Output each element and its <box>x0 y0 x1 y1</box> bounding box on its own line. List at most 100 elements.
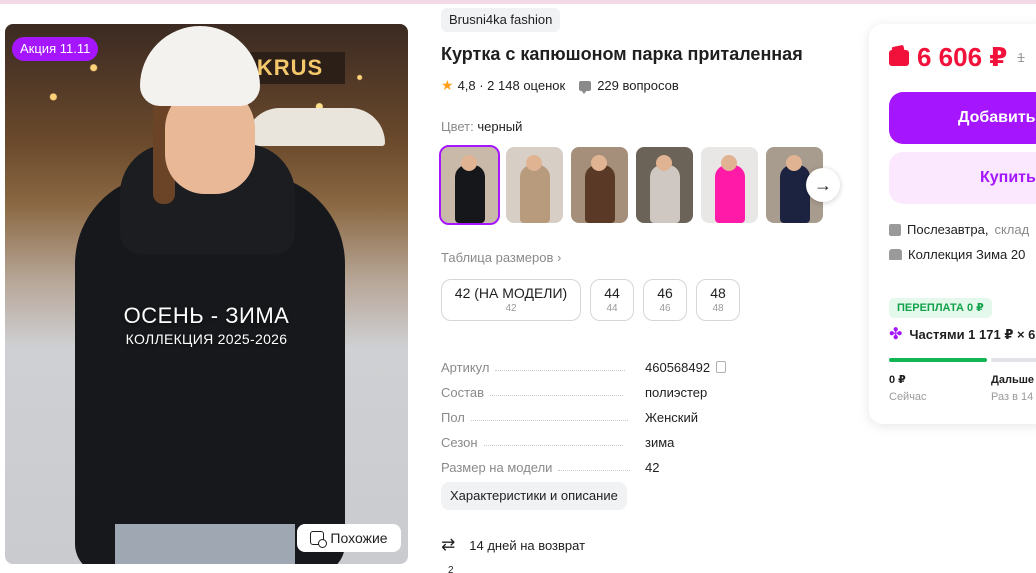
top-strip <box>0 0 1036 4</box>
delivery-text: Послезавтра, <box>907 222 989 237</box>
similar-icon <box>310 531 328 548</box>
spec-value: 42 <box>645 460 660 475</box>
spec-dots <box>558 470 631 471</box>
store-icon <box>889 249 902 260</box>
main-product-photo[interactable]: KRUS <box>5 24 408 564</box>
product-title: Куртка с капюшоном парка приталенная <box>441 44 803 64</box>
size-option[interactable]: 46 46 <box>643 279 687 321</box>
copy-icon[interactable] <box>716 361 727 373</box>
questions-link[interactable]: 229 вопросов <box>597 78 679 93</box>
size-options: 42 (НА МОДЕЛИ) 42 44 44 46 46 48 48 <box>441 279 740 321</box>
delivery-row: Послезавтра, склад <box>889 222 1029 237</box>
color-thumbnail[interactable] <box>636 147 693 223</box>
collection-text: Коллекция Зима 20 <box>908 247 1026 262</box>
size-main-label: 46 <box>657 285 673 301</box>
return-icon: ⇄ <box>441 535 456 554</box>
thumbnail-head <box>591 155 607 171</box>
photo-jeans <box>115 524 295 564</box>
spec-row: Сезон зима <box>441 425 741 450</box>
color-thumbnail[interactable] <box>439 145 500 225</box>
installment-row[interactable]: ✤ Частями 1 171 ₽ × 6 <box>889 327 1035 343</box>
spec-row: Размер на модели 42 <box>441 450 741 475</box>
overlay-subtitle: КОЛЛЕКЦИЯ 2025-2026 <box>125 331 288 347</box>
installment-progress <box>889 358 1036 362</box>
spec-dots <box>495 370 626 371</box>
rating-row: ★ 4,8 · 2 148 оценок 229 вопросов <box>441 77 679 94</box>
size-main-label: 42 (НА МОДЕЛИ) <box>454 285 568 301</box>
installment-text: Частями 1 171 ₽ × 6 <box>909 327 1036 342</box>
brand-link[interactable]: Brusni4ka fashion <box>441 8 561 32</box>
step-next: Дальше Раз в 14 <box>991 372 1034 406</box>
spec-row: Артикул 460568492 <box>441 350 741 375</box>
color-label: Цвет: черный <box>441 119 522 134</box>
size-table-link[interactable]: Таблица размеров › <box>441 250 561 265</box>
thumbnail-head <box>786 155 802 171</box>
size-sub-label: 48 <box>712 303 724 314</box>
spec-value: полиэстер <box>645 385 708 400</box>
size-sub-label: 46 <box>659 303 671 314</box>
color-thumbnail[interactable] <box>701 147 758 223</box>
plus-icon: ✤ <box>889 326 903 343</box>
thumbnail-head <box>721 155 737 171</box>
thumbnail-figure <box>715 165 745 223</box>
overlay-title: ОСЕНЬ - ЗИМА <box>123 303 290 328</box>
progress-paid <box>889 358 987 362</box>
size-main-label: 48 <box>710 285 726 301</box>
spec-key: Артикул <box>441 360 490 375</box>
step-next-title: Дальше <box>991 374 1034 386</box>
question-icon <box>579 80 592 94</box>
star-icon: ★ <box>441 77 454 93</box>
thumbnail-head <box>461 155 477 171</box>
promo-badge: Акция 11.11 <box>12 37 99 61</box>
thumbnails-next-button[interactable]: → <box>806 168 840 202</box>
color-label-key: Цвет: <box>441 119 474 134</box>
spec-row: Пол Женский <box>441 400 741 425</box>
step-now-amount: 0 ₽ <box>889 374 906 386</box>
color-thumbnails <box>439 145 823 225</box>
spec-value: Женский <box>645 410 698 425</box>
size-sub-label: 42 <box>505 303 517 314</box>
photo-overlay-text: ОСЕНЬ - ЗИМА КОЛЛЕКЦИЯ 2025-2026 <box>5 303 408 347</box>
spec-value: зима <box>645 435 675 450</box>
specs-list: Артикул 460568492 Состав полиэстер Пол Ж… <box>441 350 741 475</box>
thumbnail-figure <box>650 165 680 223</box>
thumbnail-figure <box>455 165 485 223</box>
color-label-value: черный <box>477 119 523 134</box>
spec-row: Состав полиэстер <box>441 375 741 400</box>
similar-button[interactable]: Похожие <box>297 524 401 552</box>
size-option[interactable]: 42 (НА МОДЕЛИ) 42 <box>441 279 581 321</box>
spec-dots <box>470 420 628 421</box>
thumbnail-figure <box>780 165 810 223</box>
color-thumbnail[interactable] <box>506 147 563 223</box>
spec-dots <box>483 445 623 446</box>
rating-text[interactable]: 4,8 · 2 148 оценок <box>458 78 566 93</box>
spec-key: Состав <box>441 385 485 400</box>
collection-row[interactable]: Коллекция Зима 20 <box>889 247 1025 262</box>
wallet-icon <box>889 49 909 66</box>
buy-now-button[interactable]: Купить <box>889 152 1036 204</box>
spec-key: Размер на модели <box>441 460 553 475</box>
spec-value-article: 460568492 <box>645 360 727 375</box>
similar-label: Похожие <box>330 530 388 546</box>
spec-dots <box>490 395 624 396</box>
thumbnail-figure <box>585 165 615 223</box>
article-number: 460568492 <box>645 360 711 375</box>
thumbnail-head <box>526 155 542 171</box>
size-option[interactable]: 44 44 <box>590 279 634 321</box>
size-option[interactable]: 48 48 <box>696 279 740 321</box>
thumbnail-head <box>656 155 672 171</box>
spec-key: Пол <box>441 410 465 425</box>
size-sub-label: 44 <box>606 303 618 314</box>
arrow-right-icon: → <box>814 174 832 195</box>
progress-remaining <box>991 358 1036 362</box>
color-thumbnail[interactable] <box>571 147 628 223</box>
characteristics-button[interactable]: Характеристики и описание <box>441 482 627 510</box>
box-icon <box>889 223 901 236</box>
size-main-label: 44 <box>604 285 620 301</box>
spec-key: Сезон <box>441 435 478 450</box>
add-to-cart-button[interactable]: Добавить <box>889 92 1036 144</box>
cut-off-row: 2 <box>448 565 454 573</box>
return-policy-row[interactable]: ⇄ 14 дней на возврат <box>441 535 585 555</box>
price: 6 606 ₽ <box>917 42 1008 72</box>
return-policy-text: 14 дней на возврат <box>469 537 586 553</box>
